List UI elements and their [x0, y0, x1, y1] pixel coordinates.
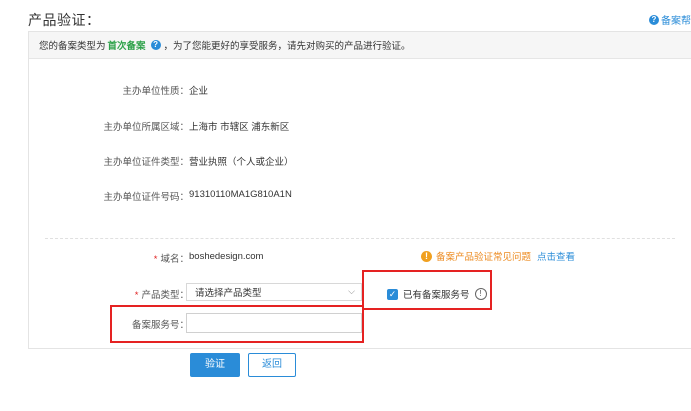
record-type: 首次备案	[107, 41, 146, 52]
help-link-label: 备案帮	[661, 16, 691, 27]
org-doc-number-value: 91310110MA1G810A1N	[189, 189, 292, 200]
domain-label-text: 域名：	[160, 254, 189, 265]
warning-icon: !	[421, 250, 432, 262]
org-region-label: 主办单位所属区域：	[103, 122, 189, 133]
notice-prefix: 您的备案类型为	[39, 41, 106, 52]
question-icon[interactable]: ?	[150, 40, 161, 50]
verification-panel: 您的备案类型为 首次备案 ? ，为了您能更好的享受服务，请先对购买的产品进行验证…	[28, 31, 691, 349]
org-region-value: 上海市 市辖区 浦东新区	[189, 122, 290, 133]
org-doc-type-value: 营业执照（个人或企业）	[189, 157, 294, 168]
highlight-box-checkbox	[362, 270, 492, 310]
product-type-label-text: 产品类型：	[141, 290, 189, 301]
notice-bar: 您的备案类型为 首次备案 ? ，为了您能更好的享受服务，请先对购买的产品进行验证…	[29, 32, 691, 59]
faq-tip-text: 备案产品验证常见问题	[436, 252, 532, 263]
domain-label: * 域名：	[29, 251, 189, 265]
org-doc-number-label: 主办单位证件号码：	[103, 192, 189, 203]
help-icon: ?	[649, 14, 659, 25]
product-type-label: * 产品类型：	[29, 287, 189, 301]
help-link[interactable]: ? 备案帮	[649, 12, 691, 27]
product-type-select[interactable]: 请选择产品类型 ⌵	[186, 283, 362, 301]
product-type-selected: 请选择产品类型	[195, 288, 262, 299]
domain-value: boshedesign.com	[189, 251, 264, 262]
org-nature-value: 企业	[189, 86, 209, 97]
page-title: 产品验证：	[28, 12, 101, 28]
org-nature-label: 主办单位性质：	[122, 86, 189, 97]
section-divider	[45, 238, 675, 239]
faq-tip: ! 备案产品验证常见问题 点击查看	[421, 249, 575, 263]
faq-link[interactable]: 点击查看	[537, 249, 575, 263]
chevron-down-icon: ⌵	[348, 286, 355, 296]
highlight-box-service-no	[110, 305, 364, 343]
notice-suffix: ，为了您能更好的享受服务，请先对购买的产品进行验证。	[163, 41, 411, 52]
required-mark: *	[153, 254, 158, 265]
back-button[interactable]: 返回	[248, 353, 296, 377]
required-mark: *	[134, 290, 139, 301]
verify-button[interactable]: 验证	[190, 353, 240, 377]
org-doc-type-label: 主办单位证件类型：	[103, 157, 189, 168]
